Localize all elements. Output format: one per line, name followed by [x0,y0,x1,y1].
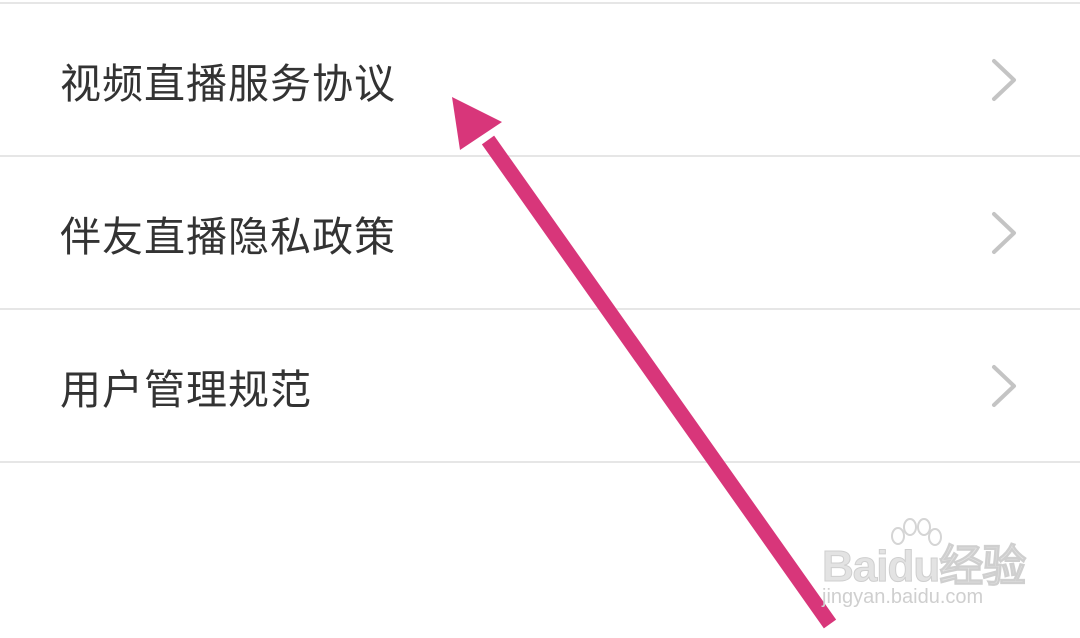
settings-menu-list: 视频直播服务协议 伴友直播隐私政策 用户管理规范 [0,4,1080,463]
paw-logo-icon [891,518,942,546]
chevron-right-icon [992,58,1016,101]
watermark-logo: Baidu经验 [821,542,1026,592]
chevron-right-icon [992,211,1016,254]
menu-item-user-management-rules[interactable]: 用户管理规范 [0,310,1080,463]
menu-item-privacy-policy[interactable]: 伴友直播隐私政策 [0,157,1080,310]
baidu-jingyan-watermark: Baidu经验 jingyan.baidu.com [821,518,1027,618]
chevron-right-icon [992,364,1016,407]
menu-item-label: 用户管理规范 [60,365,312,414]
menu-item-label: 伴友直播隐私政策 [60,212,396,261]
menu-item-label: 视频直播服务协议 [60,59,396,108]
menu-item-live-service-agreement[interactable]: 视频直播服务协议 [0,4,1080,157]
watermark-url: jingyan.baidu.com [822,586,984,608]
screen: 视频直播服务协议 伴友直播隐私政策 用户管理规范 Baidu经验 jingyan… [0,0,1080,638]
